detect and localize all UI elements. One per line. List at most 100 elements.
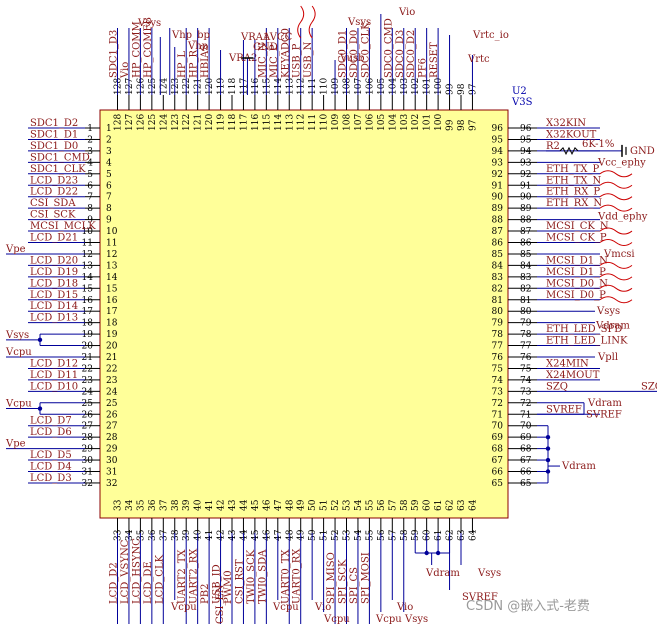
bottom-pin-inner-number: 50 [308, 499, 318, 511]
r2-value-label: 6K-1% [582, 139, 614, 150]
right-pin-inner-number: 85 [492, 250, 504, 260]
right-pin-number: 67 [520, 456, 532, 466]
bottom-pin-number: 60 [423, 529, 433, 541]
right-pin-inner-number: 77 [492, 342, 504, 352]
bottom-net-label: LCD_DE [143, 561, 154, 604]
top-pin-inner-number: 105 [377, 114, 387, 131]
left-pin-inner-number: 14 [106, 273, 118, 283]
left-pin-inner-number: 9 [106, 216, 112, 226]
top-pin-inner-number: 111 [308, 114, 318, 131]
left-pin-number: 6 [87, 181, 93, 191]
left-pin-number: 12 [82, 250, 93, 260]
left-pin-inner-number: 6 [106, 181, 112, 191]
right-net-label: MCSI_D0_P [546, 290, 606, 301]
right-pin-inner-number: 90 [492, 193, 504, 203]
top-pin-inner-number: 98 [457, 119, 467, 131]
right-net-label: ETH_LED_LINK [546, 336, 628, 347]
top-pin-inner-number: 99 [446, 119, 456, 131]
bottom-pin-number: 36 [148, 529, 158, 541]
right-pin-inner-number: 91 [492, 181, 503, 191]
right-pin-number: 88 [520, 216, 532, 226]
right-pin-number: 86 [520, 239, 532, 249]
top-pin-number: 127 [125, 78, 135, 95]
right-pin-inner-number: 83 [492, 273, 504, 283]
left-pin-number: 15 [82, 284, 94, 294]
right-net-label: ETH_RX_N [546, 198, 602, 209]
top-pin-inner-number: 125 [148, 114, 158, 131]
left-pin-inner-number: 24 [106, 387, 118, 397]
left-pin-inner-number: 18 [106, 319, 118, 329]
top-pin-number: 118 [228, 78, 238, 95]
left-pin-number: 27 [82, 422, 94, 432]
vcc-ephy-label: Vcc_ephy [597, 157, 646, 168]
right-net-label: SZQ [546, 381, 568, 392]
bottom-pin-number: 33 [114, 529, 124, 541]
vdram-72-label: Vdram [587, 398, 622, 409]
top-pin-inner-number: 121 [194, 114, 204, 131]
right-pin-inner-number: 86 [492, 239, 504, 249]
bottom-net-label: CSI_RST [234, 559, 245, 604]
top-pin-number: 105 [377, 78, 387, 95]
bottom-net-label: LCD_VSYNC [120, 539, 131, 604]
bottom-pin-inner-number: 35 [136, 499, 146, 511]
top-pin-number: 100 [434, 78, 444, 95]
left-pin-number: 32 [82, 479, 93, 489]
right-pin-inner-number: 67 [492, 456, 504, 466]
bottom-pin-number: 42 [217, 530, 227, 541]
bottom-pin-number: 61 [434, 530, 444, 541]
vusb-label: Vusb [339, 53, 365, 64]
right-pin-number: 95 [520, 135, 532, 145]
top-pin-number: 120 [205, 78, 215, 95]
right-pin-inner-number: 95 [492, 135, 504, 145]
bottom-pin-inner-number: 47 [274, 499, 284, 511]
right-pin-number: 75 [520, 364, 532, 374]
bottom-net-label: UART0_RX [292, 548, 303, 604]
bottom-pin-number: 54 [354, 529, 364, 541]
vsys-bottom-2-label: Vsys [477, 568, 501, 579]
bottom-pin-number: 63 [457, 529, 467, 541]
right-pin-inner-number: 87 [492, 227, 504, 237]
right-pin-number: 77 [520, 342, 532, 352]
right-pin-inner-number: 69 [492, 433, 504, 443]
left-net-label: LCD_D11 [30, 370, 78, 381]
bottom-net-label: SPI_MOSI [360, 552, 371, 604]
top-pin-inner-number: 112 [297, 114, 307, 131]
left-power-label: Vcpu [5, 347, 32, 358]
top-pin-number: 107 [354, 78, 364, 95]
bottom-pin-number: 41 [205, 530, 215, 541]
right-pin-inner-number: 71 [492, 410, 503, 420]
szq-out-label: SZQ [641, 381, 657, 392]
top-pin-number: 116 [251, 78, 261, 95]
left-power-label: Vcpu [5, 399, 32, 410]
right-pin-number: 79 [520, 319, 532, 329]
bottom-net-label: UART0_TX [280, 549, 291, 604]
left-pin-inner-number: 15 [106, 284, 118, 294]
bottom-pin-number: 46 [262, 529, 272, 541]
top-pin-number: 97 [468, 83, 478, 95]
top-pin-number: 109 [331, 78, 341, 95]
bottom-pin-number: 45 [251, 529, 261, 541]
right-pin-inner-number: 93 [492, 158, 504, 168]
bottom-pin-inner-number: 44 [239, 499, 249, 511]
right-pin-inner-number: 72 [492, 399, 503, 409]
left-pin-inner-number: 1 [106, 124, 112, 134]
csdn-watermark: CSDN @嵌入式-老费 [466, 599, 590, 614]
left-pin-inner-number: 31 [106, 468, 117, 478]
right-pin-number: 65 [520, 479, 532, 489]
left-pin-inner-number: 13 [106, 261, 118, 271]
right-pin-inner-number: 82 [492, 284, 503, 294]
left-net-label: LCD_D6 [30, 427, 72, 438]
left-net-label: LCD_D3 [30, 473, 72, 484]
left-net-label: LCD_D20 [30, 255, 78, 266]
left-pin-number: 13 [82, 261, 94, 271]
top-net-label: SDC0_CLK [360, 22, 371, 78]
right-net-label: MCSI_D0_N [546, 278, 608, 289]
top-pin-inner-number: 103 [400, 114, 410, 131]
right-pin-inner-number: 65 [492, 479, 504, 489]
chip-designator: U2 [512, 86, 527, 97]
bottom-net-label: TWI0_SCK [246, 549, 257, 604]
left-pin-inner-number: 7 [106, 193, 112, 203]
left-net-label: LCD_D21 [30, 233, 78, 244]
bottom-net-label: LCD_HSYNC [131, 538, 142, 604]
left-pin-inner-number: 25 [106, 399, 118, 409]
